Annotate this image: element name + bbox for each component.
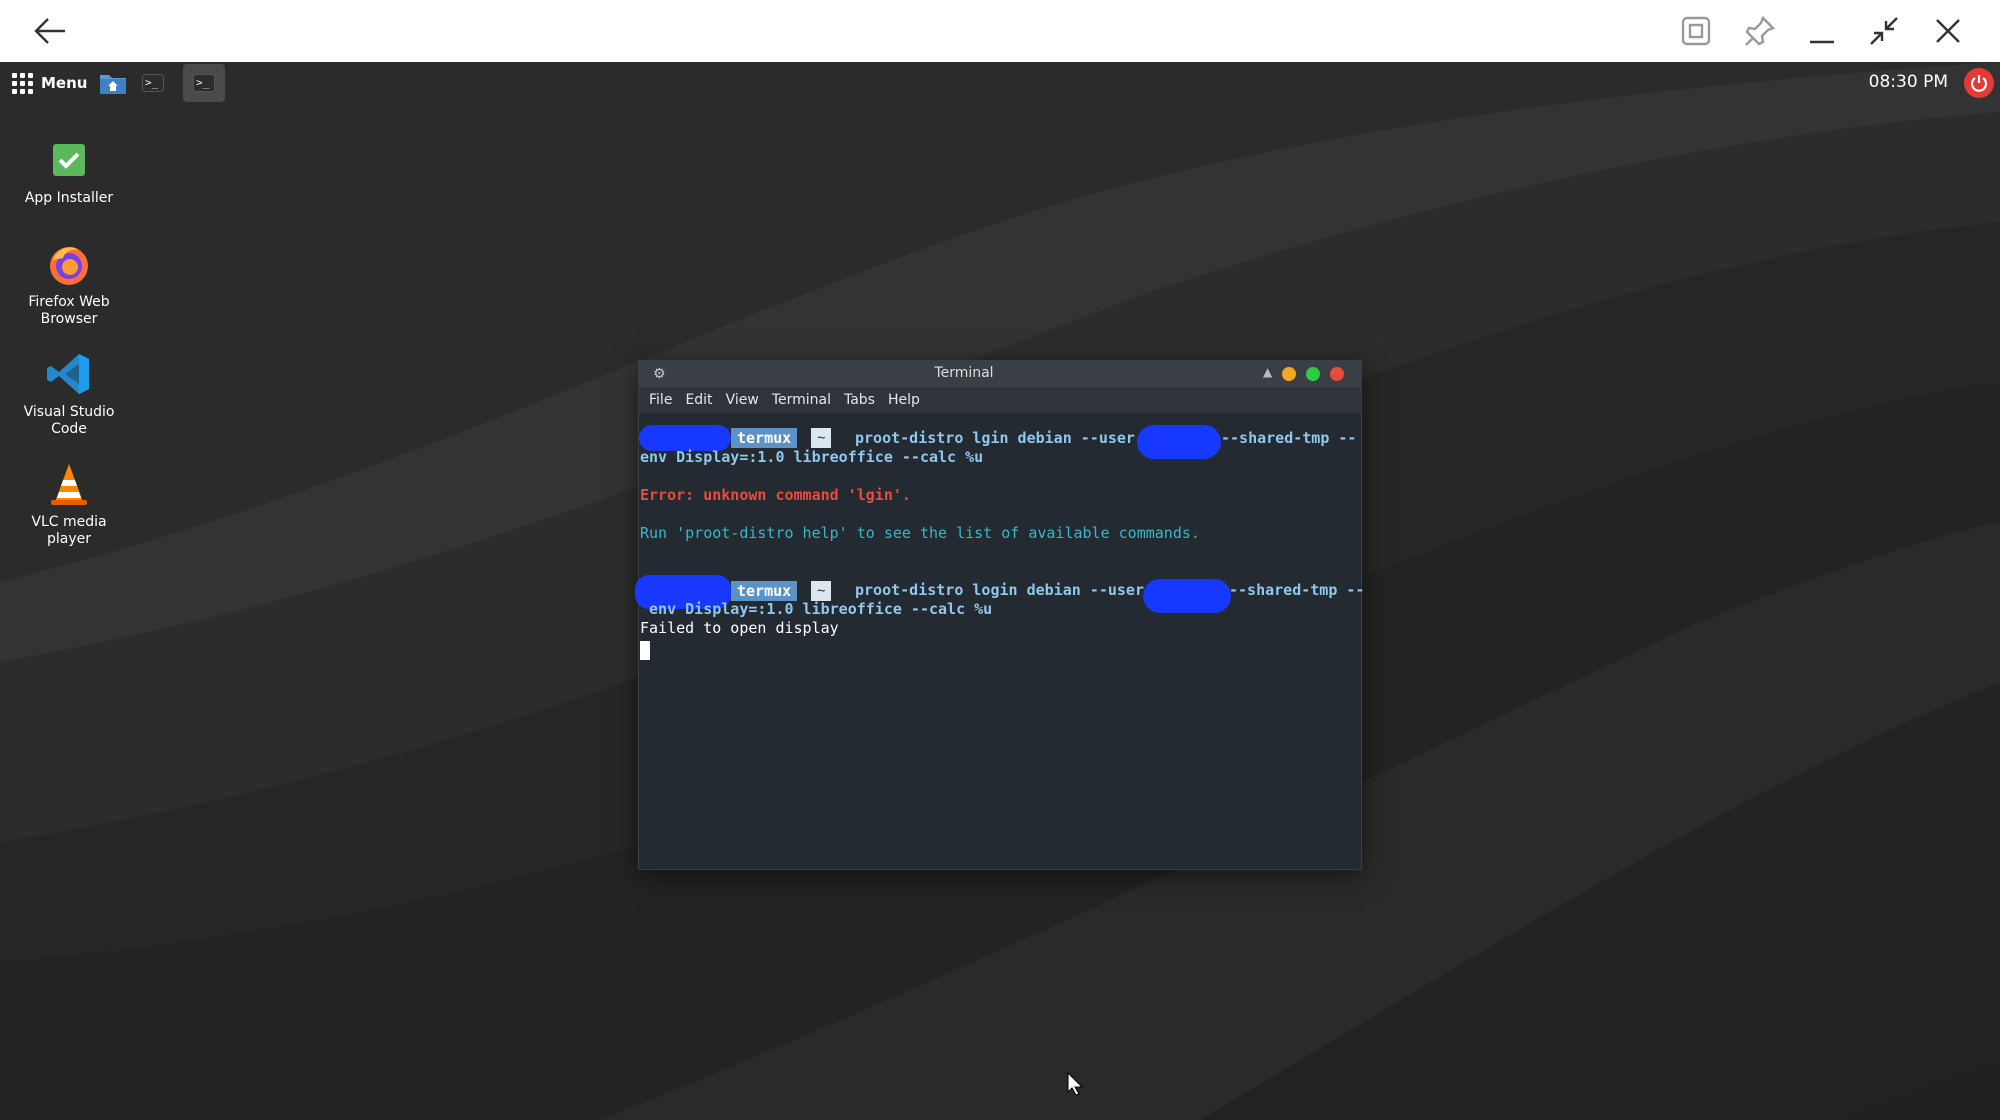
window-switch-icon [1681,16,1711,46]
prompt-host: termux [731,428,798,448]
back-button[interactable] [30,11,70,51]
menu-button[interactable]: Menu [12,70,87,96]
text-cursor [640,641,650,660]
menu-file[interactable]: File [643,387,679,413]
terminal-icon: >_ [142,74,164,92]
minimize-window-button[interactable] [1282,367,1296,381]
desktop-icon-label: VLC media player [31,514,107,547]
menu-tabs[interactable]: Tabs [838,387,882,413]
apps-grid-icon [12,72,33,94]
exit-fullscreen-button[interactable] [1864,11,1904,51]
terminal-titlebar[interactable]: ⚙ Terminal ▲ [639,361,1361,387]
error-message: Error: unknown command 'lgin'. [640,486,911,504]
vscode-icon [45,350,93,398]
hint-message: Run 'proot-distro help' to see the list … [640,524,1200,542]
close-window-button[interactable] [1330,367,1344,381]
vlc-cone-icon [45,460,93,508]
redacted-username [1143,579,1231,613]
redacted-username [1137,425,1221,459]
command-line-2: env Display=:1.0 libreoffice --calc %u [640,448,984,466]
file-manager-launcher[interactable] [98,69,128,97]
minimize-icon [1810,40,1834,44]
pin-icon [1745,15,1776,46]
menu-edit[interactable]: Edit [679,387,719,413]
terminal-output[interactable]: termux ~ proot-distro lgin debian --user… [635,413,1365,869]
desktop-icon-label: Firefox Web Browser [28,294,110,327]
menu-terminal[interactable]: Terminal [766,387,838,413]
shade-icon[interactable]: ▲ [1263,365,1272,379]
firefox-icon [45,240,93,288]
menu-help[interactable]: Help [882,387,927,413]
desktop-icon-vscode[interactable]: Visual Studio Code [18,350,120,438]
close-icon [1936,19,1960,43]
terminal-icon: >_ [193,74,215,92]
desktop: Menu >_ >_ 08:30 PM App Installer Firefo… [0,62,2000,1120]
mouse-pointer-icon [1067,1072,1084,1096]
picture-in-picture-button[interactable] [1676,11,1716,51]
command-line-1-tail: --shared-tmp -- [1221,429,1357,447]
terminal-window[interactable]: ⚙ Terminal ▲ File Edit View Terminal Tab… [635,360,1365,870]
prompt-host: termux [731,581,798,601]
app-installer-icon [45,136,93,184]
collapse-icon [1870,17,1898,45]
output-line: Failed to open display [640,619,839,637]
command-line-4: env Display=:1.0 libreoffice --calc %u [640,600,993,618]
desktop-icon-label: App Installer [24,190,114,206]
minimize-button[interactable] [1802,11,1842,51]
top-panel: Menu >_ >_ 08:30 PM [0,62,2000,104]
power-button[interactable] [1964,68,1994,98]
terminal-menubar: File Edit View Terminal Tabs Help [639,387,1361,413]
panel-clock[interactable]: 08:30 PM [1869,72,1948,92]
pin-button[interactable] [1740,11,1780,51]
close-button[interactable] [1928,11,1968,51]
menu-view[interactable]: View [720,387,766,413]
arrow-left-icon [34,18,65,44]
command-line-3: proot-distro login debian --user [855,581,1144,599]
terminal-task-button[interactable]: >_ [183,64,225,102]
command-line-3-tail: --shared-tmp -- [1229,581,1365,599]
desktop-icon-firefox[interactable]: Firefox Web Browser [18,240,120,328]
command-line-1: proot-distro lgin debian --user [855,429,1135,447]
desktop-icon-label: Visual Studio Code [23,404,115,437]
maximize-window-button[interactable] [1306,367,1320,381]
terminal-launcher[interactable]: >_ [138,69,168,97]
home-folder-icon [100,75,126,94]
desktop-icon-app-installer[interactable]: App Installer [18,136,120,207]
desktop-icon-vlc[interactable]: VLC media player [18,460,120,548]
power-icon [1970,75,1988,92]
prompt-dir: ~ [811,581,832,601]
menu-label: Menu [41,74,88,92]
prompt-dir: ~ [811,428,832,448]
window-top-bar [0,0,2000,62]
window-title: Terminal [934,365,994,381]
